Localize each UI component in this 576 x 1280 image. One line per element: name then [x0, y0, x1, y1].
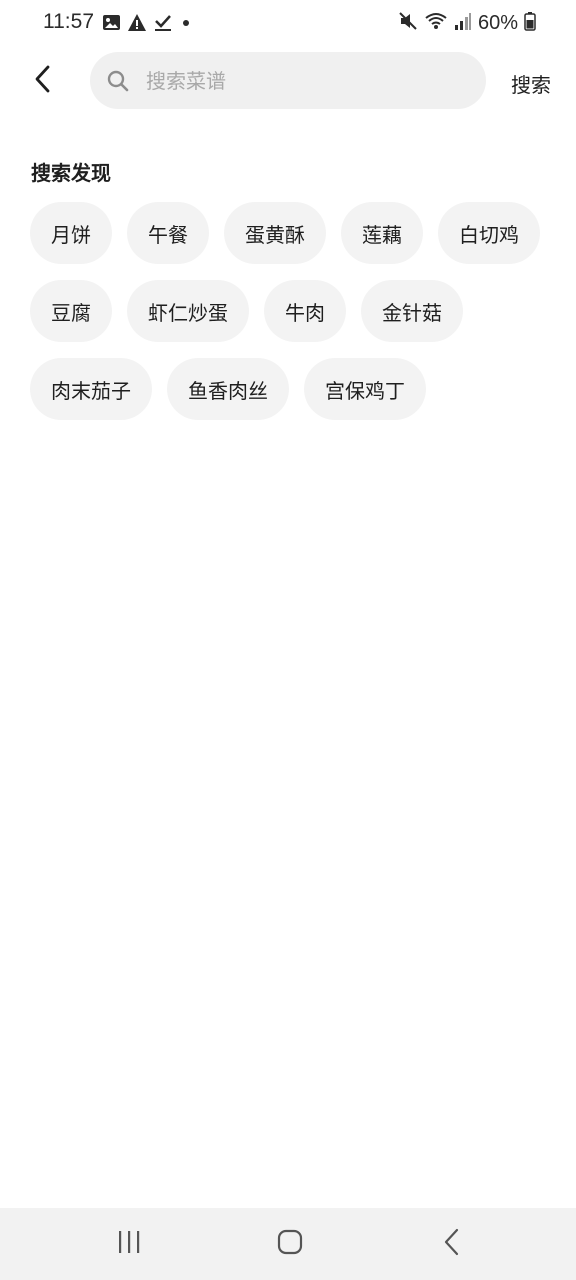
battery-percent: 60%: [477, 11, 518, 34]
system-icons: 60%: [398, 11, 536, 35]
back-button[interactable]: [24, 62, 62, 100]
home-button[interactable]: [270, 1226, 310, 1262]
search-button[interactable]: 搜索: [511, 69, 551, 98]
search-tag[interactable]: 鱼香肉丝: [167, 358, 289, 420]
search-tag[interactable]: 豆腐: [30, 280, 112, 342]
search-tag[interactable]: 月饼: [30, 202, 112, 264]
recents-button[interactable]: [109, 1226, 149, 1262]
nav-back-button[interactable]: [432, 1226, 472, 1262]
status-time: 11:57: [43, 10, 94, 33]
search-tag[interactable]: 蛋黄酥: [224, 202, 326, 264]
status-bar: 11:57 60%: [0, 0, 576, 48]
mute-icon: [398, 11, 418, 35]
search-tag[interactable]: 金针菇: [361, 280, 463, 342]
check-icon: [153, 13, 173, 32]
section-title: 搜索发现: [31, 161, 111, 185]
discover-tags: 月饼 午餐 蛋黄酥 莲藕 白切鸡 豆腐 虾仁炒蛋 牛肉 金针菇 肉末茄子 鱼香肉…: [30, 202, 550, 420]
screen: 11:57 60% 搜索菜谱 搜索 搜索发现 月饼 午餐 蛋黄酥 莲藕 白切鸡 …: [0, 0, 576, 1280]
search-tag[interactable]: 肉末茄子: [30, 358, 152, 420]
wifi-icon: [424, 11, 448, 35]
notification-icons: [102, 13, 193, 32]
signal-icon: [454, 11, 472, 35]
warning-icon: [127, 13, 147, 32]
search-box[interactable]: [90, 52, 486, 109]
search-tag[interactable]: 牛肉: [264, 280, 346, 342]
back-icon: [442, 1228, 462, 1260]
search-tag[interactable]: 午餐: [127, 202, 209, 264]
image-icon: [102, 13, 121, 32]
chevron-left-icon: [33, 65, 53, 97]
search-tag[interactable]: 白切鸡: [438, 202, 540, 264]
search-header: 搜索: [0, 52, 576, 110]
search-icon: [106, 69, 130, 93]
search-tag[interactable]: 宫保鸡丁: [304, 358, 426, 420]
dot-icon: [179, 13, 193, 32]
search-tag[interactable]: 虾仁炒蛋: [127, 280, 249, 342]
search-input[interactable]: [144, 67, 468, 94]
home-icon: [277, 1229, 303, 1259]
battery-icon: [524, 11, 536, 35]
search-tag[interactable]: 莲藕: [341, 202, 423, 264]
navigation-bar: [0, 1208, 576, 1280]
recents-icon: [116, 1229, 142, 1259]
